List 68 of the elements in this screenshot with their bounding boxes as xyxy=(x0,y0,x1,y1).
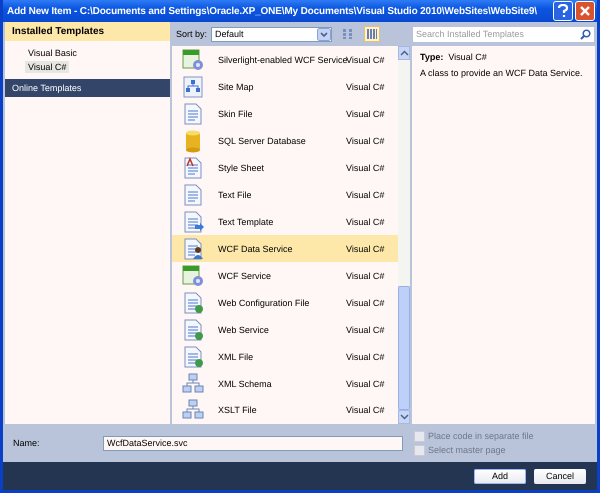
template-name: Style Sheet xyxy=(218,163,266,174)
template-language: Visual C# xyxy=(346,82,384,92)
template-language: Visual C# xyxy=(346,244,384,254)
template-language: Visual C# xyxy=(346,270,384,281)
template-name: Web Configuration File xyxy=(218,298,310,308)
template-language: Visual C# xyxy=(346,298,384,308)
template-row[interactable]: XSLT File Visual C# xyxy=(172,396,398,424)
search-field[interactable]: Search Installed Templates xyxy=(412,26,595,42)
window-title: Add New Item - C:\Documents and Settings\Oracle.XP_ONE\My Documents\Visual Studio 2010\WebSites\WebSite9\ xyxy=(7,6,538,16)
template-name: WCF Service xyxy=(218,270,272,281)
template-language: Visual C# xyxy=(346,324,384,335)
template-name: Web Service xyxy=(218,324,270,335)
template-row[interactable]: WCF Service Visual C# xyxy=(172,262,398,290)
option-label: Place code in separate file xyxy=(428,431,534,441)
scroll-down-icon xyxy=(400,414,408,420)
template-name: Skin File xyxy=(218,109,254,120)
type-label: Type: xyxy=(420,52,444,62)
template-row[interactable]: Web Configuration File Visual C# xyxy=(172,289,398,316)
list-view-button[interactable] xyxy=(364,26,380,42)
name-field[interactable]: WcfDataService.svc xyxy=(103,436,403,450)
close-icon xyxy=(579,5,591,17)
template-name: XML File xyxy=(218,352,254,362)
sort-label: Sort by: xyxy=(176,29,208,39)
template-name: Site Map xyxy=(218,82,255,92)
template-name: Text File xyxy=(218,190,253,200)
search-icon xyxy=(580,28,591,40)
sidebar-item[interactable]: Visual C# xyxy=(25,61,70,73)
close-button[interactable] xyxy=(575,1,595,21)
template-name: XML Schema xyxy=(218,378,273,389)
template-row[interactable]: Skin File Visual C# xyxy=(172,100,398,128)
option-label: Select master page xyxy=(428,445,506,455)
template-language: Visual C# xyxy=(346,405,384,416)
cancel-button[interactable]: Cancel xyxy=(533,468,587,484)
template-row[interactable]: Silverlight-enabled WCF ServiceVisual C# xyxy=(172,47,398,74)
type-value: Visual C# xyxy=(448,52,487,62)
template-name: Text Template xyxy=(218,216,274,227)
scroll-up-icon xyxy=(400,50,408,56)
sidebar-header[interactable]: Installed Templates xyxy=(5,22,170,41)
template-language: Visual C# xyxy=(346,55,384,66)
template-row[interactable]: Text Template Visual C# xyxy=(172,208,398,236)
add-button[interactable]: Add xyxy=(473,468,527,484)
template-name: SQL Server Database xyxy=(218,136,307,146)
template-name: Silverlight-enabled WCF Service xyxy=(218,55,346,66)
sidebar-item[interactable]: Visual Basic xyxy=(25,47,80,59)
template-language: Visual C# xyxy=(346,163,384,174)
template-name: XSLT File xyxy=(218,405,258,416)
name-label: Name: xyxy=(13,438,41,448)
help-icon xyxy=(557,4,569,18)
template-row[interactable]: XML File Visual C# xyxy=(172,343,398,370)
sort-dropdown[interactable]: Default xyxy=(211,26,332,42)
template-row[interactable]: SQL Server Database Visual C# xyxy=(172,128,398,155)
template-language: Visual C# xyxy=(346,378,384,389)
template-language: Visual C# xyxy=(346,136,384,146)
template-row[interactable]: Style Sheet Visual C# xyxy=(172,154,398,182)
scrollbar[interactable] xyxy=(398,46,410,424)
template-row[interactable]: Site Map Visual C# xyxy=(172,74,398,101)
template-language: Visual C# xyxy=(346,109,384,120)
template-name: WCF Data Service xyxy=(218,244,294,254)
template-row[interactable]: Text File Visual C# xyxy=(172,182,398,209)
description: A class to provide an WCF Data Service. xyxy=(420,68,584,78)
template-language: Visual C# xyxy=(346,352,384,362)
template-language: Visual C# xyxy=(346,216,384,227)
template-language: Visual C# xyxy=(346,190,384,200)
template-row[interactable]: Web Service Visual C# xyxy=(172,316,398,344)
template-row[interactable]: XML Schema Visual C# xyxy=(172,370,398,397)
help-button[interactable] xyxy=(553,1,573,21)
sidebar-header[interactable]: Online Templates xyxy=(5,79,170,97)
template-row[interactable]: WCF Data Service Visual C# xyxy=(172,235,398,262)
